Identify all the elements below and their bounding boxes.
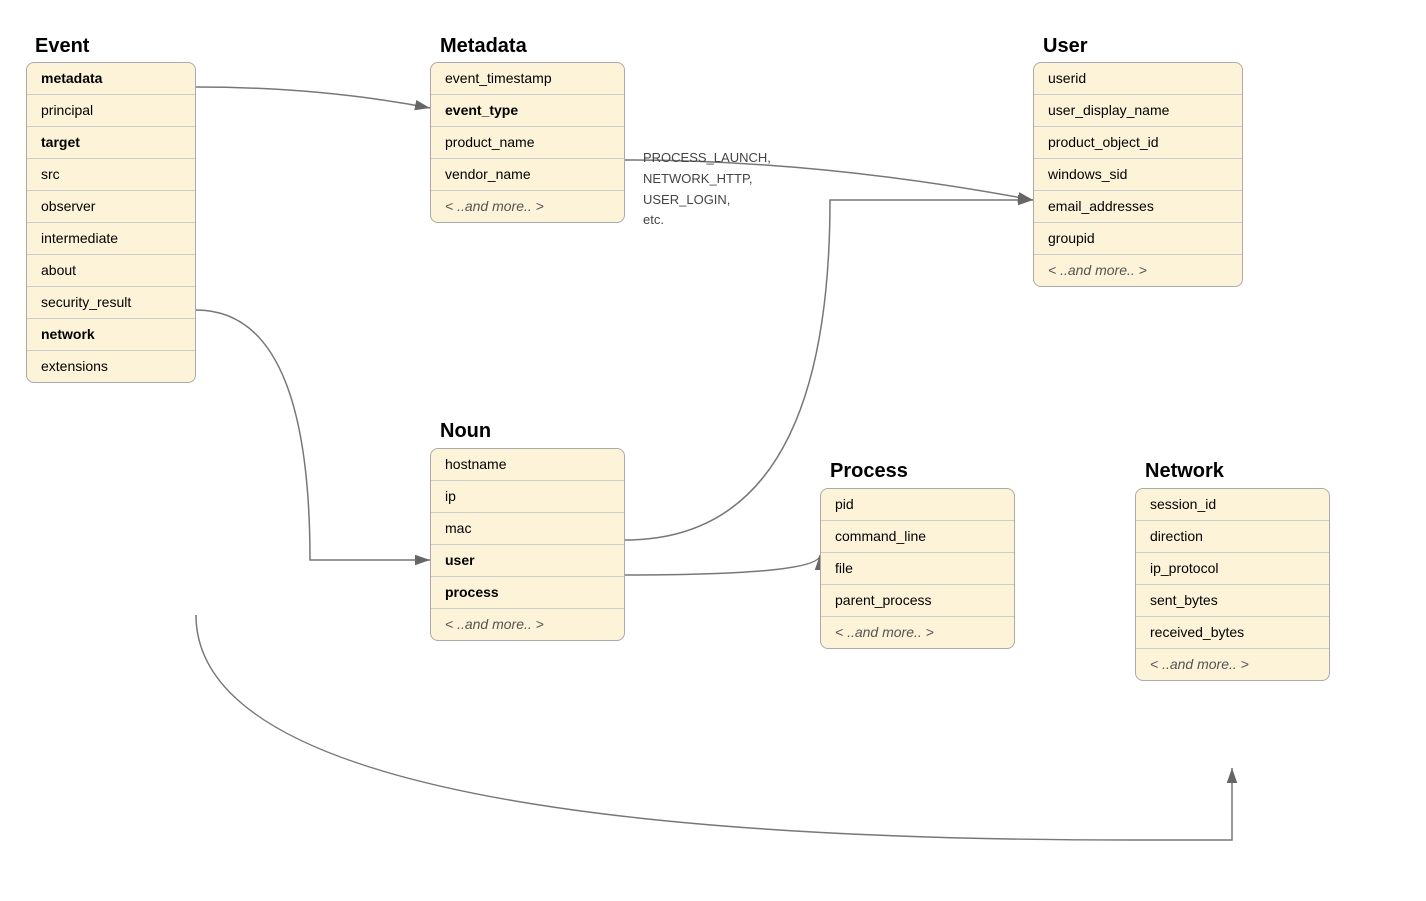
field-process-1: command_line	[821, 521, 1014, 553]
field-noun-5: < ..and more.. >	[431, 609, 624, 640]
field-process-3: parent_process	[821, 585, 1014, 617]
field-event-8: network	[27, 319, 195, 351]
field-user-6: < ..and more.. >	[1034, 255, 1242, 286]
diagram: Eventmetadataprincipaltargetsrcobserveri…	[0, 0, 1426, 901]
field-noun-0: hostname	[431, 449, 624, 481]
field-network-4: received_bytes	[1136, 617, 1329, 649]
field-noun-1: ip	[431, 481, 624, 513]
field-process-0: pid	[821, 489, 1014, 521]
field-process-2: file	[821, 553, 1014, 585]
field-noun-2: mac	[431, 513, 624, 545]
title-network: Network	[1145, 460, 1224, 483]
field-process-4: < ..and more.. >	[821, 617, 1014, 648]
field-network-0: session_id	[1136, 489, 1329, 521]
entity-box-noun: hostnameipmacuserprocess< ..and more.. >	[430, 448, 625, 641]
field-noun-4: process	[431, 577, 624, 609]
title-process: Process	[830, 460, 908, 483]
field-event-4: observer	[27, 191, 195, 223]
field-user-5: groupid	[1034, 223, 1242, 255]
field-event-2: target	[27, 127, 195, 159]
title-noun: Noun	[440, 420, 491, 443]
field-event-9: extensions	[27, 351, 195, 382]
entity-box-event: metadataprincipaltargetsrcobserverinterm…	[26, 62, 196, 383]
field-metadata-2: product_name	[431, 127, 624, 159]
field-network-3: sent_bytes	[1136, 585, 1329, 617]
field-network-2: ip_protocol	[1136, 553, 1329, 585]
entity-box-process: pidcommand_linefileparent_process< ..and…	[820, 488, 1015, 649]
field-event-6: about	[27, 255, 195, 287]
field-metadata-3: vendor_name	[431, 159, 624, 191]
title-user: User	[1043, 35, 1087, 58]
field-metadata-4: < ..and more.. >	[431, 191, 624, 222]
field-user-3: windows_sid	[1034, 159, 1242, 191]
field-user-2: product_object_id	[1034, 127, 1242, 159]
field-metadata-0: event_timestamp	[431, 63, 624, 95]
field-user-0: userid	[1034, 63, 1242, 95]
field-event-0: metadata	[27, 63, 195, 95]
field-event-1: principal	[27, 95, 195, 127]
field-network-1: direction	[1136, 521, 1329, 553]
entity-box-network: session_iddirectionip_protocolsent_bytes…	[1135, 488, 1330, 681]
entity-box-metadata: event_timestampevent_typeproduct_nameven…	[430, 62, 625, 223]
entity-box-user: useriduser_display_nameproduct_object_id…	[1033, 62, 1243, 287]
field-network-5: < ..and more.. >	[1136, 649, 1329, 680]
field-user-1: user_display_name	[1034, 95, 1242, 127]
field-event-7: security_result	[27, 287, 195, 319]
title-event: Event	[35, 35, 89, 58]
field-metadata-1: event_type	[431, 95, 624, 127]
field-user-4: email_addresses	[1034, 191, 1242, 223]
title-metadata: Metadata	[440, 35, 527, 58]
field-event-5: intermediate	[27, 223, 195, 255]
field-event-3: src	[27, 159, 195, 191]
field-noun-3: user	[431, 545, 624, 577]
connector-label: PROCESS_LAUNCH,NETWORK_HTTP,USER_LOGIN,e…	[643, 148, 771, 231]
